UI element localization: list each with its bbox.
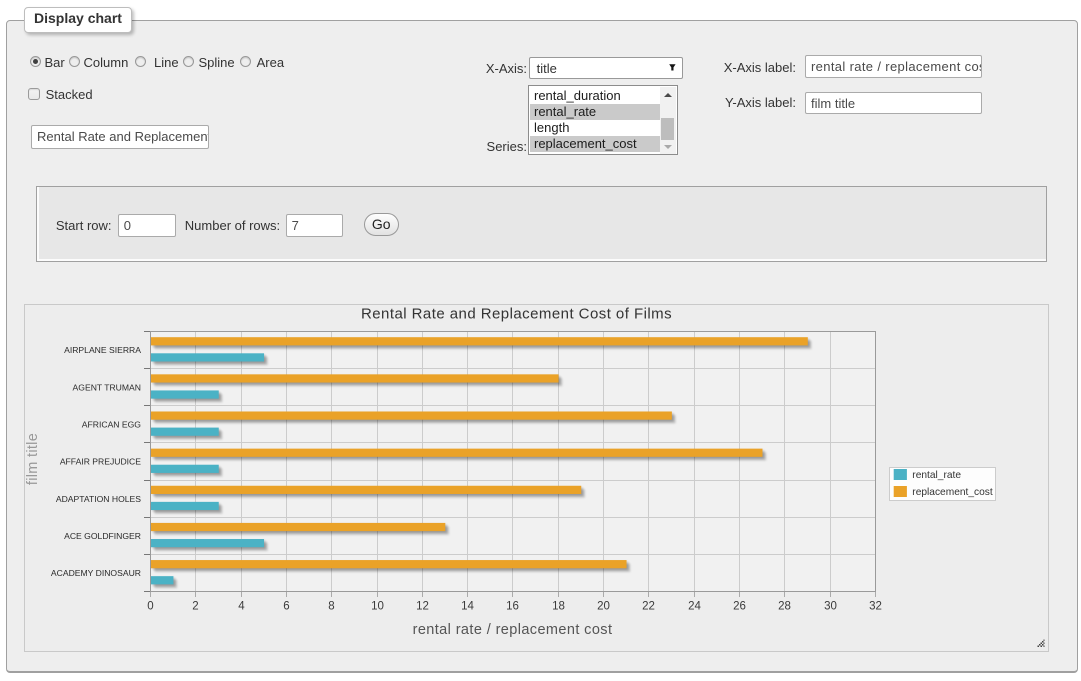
svg-text:4: 4 [238,601,245,613]
svg-text:16: 16 [506,601,519,613]
svg-text:8: 8 [328,601,334,613]
svg-text:20: 20 [597,601,610,613]
svg-text:AIRPLANE SIERRA: AIRPLANE SIERRA [64,345,141,355]
svg-text:AFRICAN EGG: AFRICAN EGG [82,419,142,429]
svg-text:26: 26 [733,601,746,613]
svg-text:2: 2 [192,601,198,613]
svg-text:6: 6 [283,601,289,613]
svg-text:14: 14 [461,601,474,613]
svg-text:rental_rate: rental_rate [912,470,961,481]
svg-text:30: 30 [824,601,837,613]
svg-text:28: 28 [778,601,791,613]
svg-text:10: 10 [371,601,384,613]
svg-text:24: 24 [688,601,701,613]
svg-text:Rental Rate and Replacement Co: Rental Rate and Replacement Cost of Film… [361,305,672,322]
svg-text:AFFAIR PREJUDICE: AFFAIR PREJUDICE [60,457,141,467]
svg-text:film title: film title [25,433,41,485]
svg-text:32: 32 [869,601,882,613]
svg-text:AGENT TRUMAN: AGENT TRUMAN [73,382,141,392]
svg-text:ACE GOLDFINGER: ACE GOLDFINGER [64,531,141,541]
svg-text:replacement_cost: replacement_cost [912,487,993,498]
svg-text:18: 18 [552,601,565,613]
svg-text:0: 0 [147,601,153,613]
svg-text:rental rate / replacement cost: rental rate / replacement cost [413,622,613,638]
svg-text:12: 12 [416,601,429,613]
svg-text:22: 22 [642,601,655,613]
svg-text:ADAPTATION HOLES: ADAPTATION HOLES [56,494,141,504]
svg-text:ACADEMY DINOSAUR: ACADEMY DINOSAUR [51,568,141,578]
